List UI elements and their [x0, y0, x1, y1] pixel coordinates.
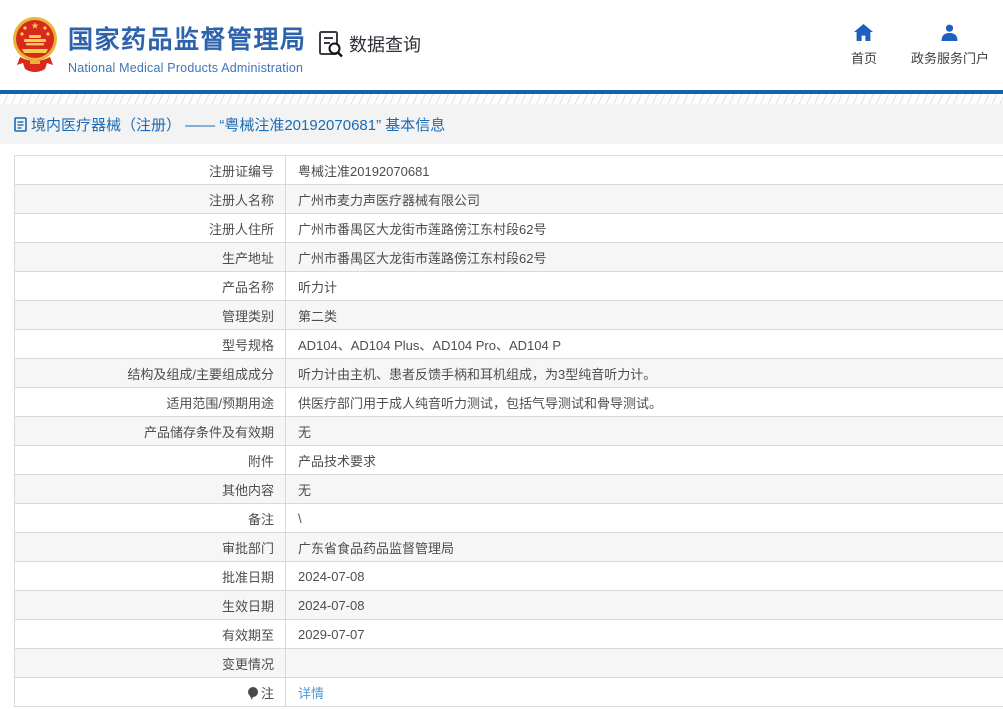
table-row: 注册人名称 广州市麦力声医疗器械有限公司 — [15, 185, 1003, 214]
row-value: 广东省食品药品监督管理局 — [298, 540, 455, 556]
table-row: 批准日期 2024-07-08 — [15, 562, 1003, 591]
row-label: 注册人住所 — [15, 214, 286, 242]
row-label: 生效日期 — [15, 591, 286, 619]
table-row: 型号规格 AD104、AD104 Plus、AD104 Pro、AD104 P — [15, 330, 1003, 359]
row-value: 无 — [298, 482, 312, 498]
row-label: 型号规格 — [15, 330, 286, 358]
row-label: 注册证编号 — [15, 156, 286, 184]
row-label: 备注 — [15, 504, 286, 532]
table-row: 注详情 — [15, 678, 1003, 707]
spacer — [0, 144, 1003, 155]
row-label: 结构及组成/主要组成成分 — [15, 359, 286, 387]
row-value: 2024-07-08 — [298, 568, 365, 584]
row-label: 变更情况 — [15, 649, 286, 677]
breadcrumb: 境内医疗器械（注册） —— “粤械注准20192070681” 基本信息 — [14, 114, 445, 135]
national-emblem-logo — [13, 17, 57, 72]
table-row: 产品名称 听力计 — [15, 272, 1003, 301]
row-value: 粤械注准20192070681 — [298, 163, 430, 179]
row-value: 产品技术要求 — [298, 453, 377, 469]
document-search-icon — [319, 31, 343, 58]
row-label: 适用范围/预期用途 — [15, 388, 286, 416]
data-query-label: 数据查询 — [349, 35, 421, 55]
row-label: 注册人名称 — [15, 185, 286, 213]
breadcrumb-text: 境内医疗器械（注册） —— “粤械注准20192070681” 基本信息 — [31, 116, 446, 134]
row-label: 审批部门 — [15, 533, 286, 561]
table-row: 附件 产品技术要求 — [15, 446, 1003, 475]
table-row: 审批部门 广东省食品药品监督管理局 — [15, 533, 1003, 562]
row-value: 第二类 — [298, 308, 338, 324]
row-label: 产品名称 — [15, 272, 286, 300]
hatch-band — [0, 94, 1003, 104]
row-value: 详情 — [286, 678, 1003, 706]
detail-link[interactable]: 详情 — [298, 683, 324, 702]
data-query-section[interactable]: 数据查询 — [318, 30, 421, 58]
row-value: 2029-07-07 — [298, 626, 365, 642]
agency-title-block: 国家药品监督管理局 National Medical Products Admi… — [68, 20, 307, 75]
top-nav: 首页 政务服务门户 — [851, 24, 989, 67]
row-label: 产品储存条件及有效期 — [15, 417, 286, 445]
row-value: 无 — [298, 424, 312, 440]
info-table: 注册证编号 粤械注准20192070681 注册人名称 广州市麦力声医疗器械有限公司注… — [14, 155, 1003, 707]
breadcrumb-band: 境内医疗器械（注册） —— “粤械注准20192070681” 基本信息 — [0, 104, 1003, 144]
row-label: 批准日期 — [15, 562, 286, 590]
row-value: 听力计 — [298, 279, 338, 295]
row-label: 附件 — [15, 446, 286, 474]
site-header: 国家药品监督管理局 National Medical Products Admi… — [0, 0, 1003, 90]
table-row: 有效期至 2029-07-07 — [15, 620, 1003, 649]
table-row: 结构及组成/主要组成成分 听力计由主机、患者反馈手柄和耳机组成，为3型纯音听力计。 — [15, 359, 1003, 388]
note-icon — [247, 687, 258, 697]
table-row: 生效日期 2024-07-08 — [15, 591, 1003, 620]
row-label: 注 — [15, 678, 286, 706]
nav-home-label: 首页 — [850, 51, 877, 66]
table-row: 适用范围/预期用途 供医疗部门用于成人纯音听力测试，包括气导测试和骨导测试。 — [15, 388, 1003, 417]
nav-portal-label: 政务服务门户 — [910, 51, 989, 66]
table-row: 管理类别 第二类 — [15, 301, 1003, 330]
row-value: 广州市番禺区大龙街市莲路傍江东村段62号 — [298, 221, 547, 237]
table-row: 变更情况 — [15, 649, 1003, 678]
row-value: 广州市番禺区大龙街市莲路傍江东村段62号 — [298, 250, 547, 266]
row-label: 管理类别 — [15, 301, 286, 329]
table-row: 产品储存条件及有效期无 — [15, 417, 1003, 446]
agency-name-zh: 国家药品监督管理局 — [68, 26, 307, 54]
list-icon — [14, 116, 27, 132]
table-row: 注册证编号 粤械注准20192070681 — [15, 156, 1003, 185]
row-value: 广州市麦力声医疗器械有限公司 — [298, 192, 481, 208]
main-content: 注册证编号 粤械注准20192070681 注册人名称 广州市麦力声医疗器械有限公司注… — [0, 155, 1003, 707]
home-icon — [854, 24, 874, 41]
table-row: 其他内容无 — [15, 475, 1003, 504]
table-row: 注册人住所 广州市番禺区大龙街市莲路傍江东村段62号 — [15, 214, 1003, 243]
nav-item-portal[interactable]: 政务服务门户 — [911, 24, 989, 67]
row-value: 供医疗部门用于成人纯音听力测试，包括气导测试和骨导测试。 — [298, 395, 663, 411]
user-icon — [941, 24, 958, 41]
row-value: 2024-07-08 — [298, 597, 365, 613]
row-label: 生产地址 — [15, 243, 286, 271]
row-value: 听力计由主机、患者反馈手柄和耳机组成，为3型纯音听力计。 — [298, 366, 657, 382]
row-label: 有效期至 — [15, 620, 286, 648]
table-row: 生产地址 广州市番禺区大龙街市莲路傍江东村段62号 — [15, 243, 1003, 272]
row-value — [286, 649, 1003, 677]
nav-item-home[interactable]: 首页 — [851, 24, 877, 67]
agency-name-en: National Medical Products Administration — [68, 61, 304, 75]
row-value: \ — [298, 510, 302, 526]
table-row: 备注 \ — [15, 504, 1003, 533]
row-label: 其他内容 — [15, 475, 286, 503]
row-value: AD104、AD104 Plus、AD104 Pro、AD104 P — [298, 337, 562, 353]
